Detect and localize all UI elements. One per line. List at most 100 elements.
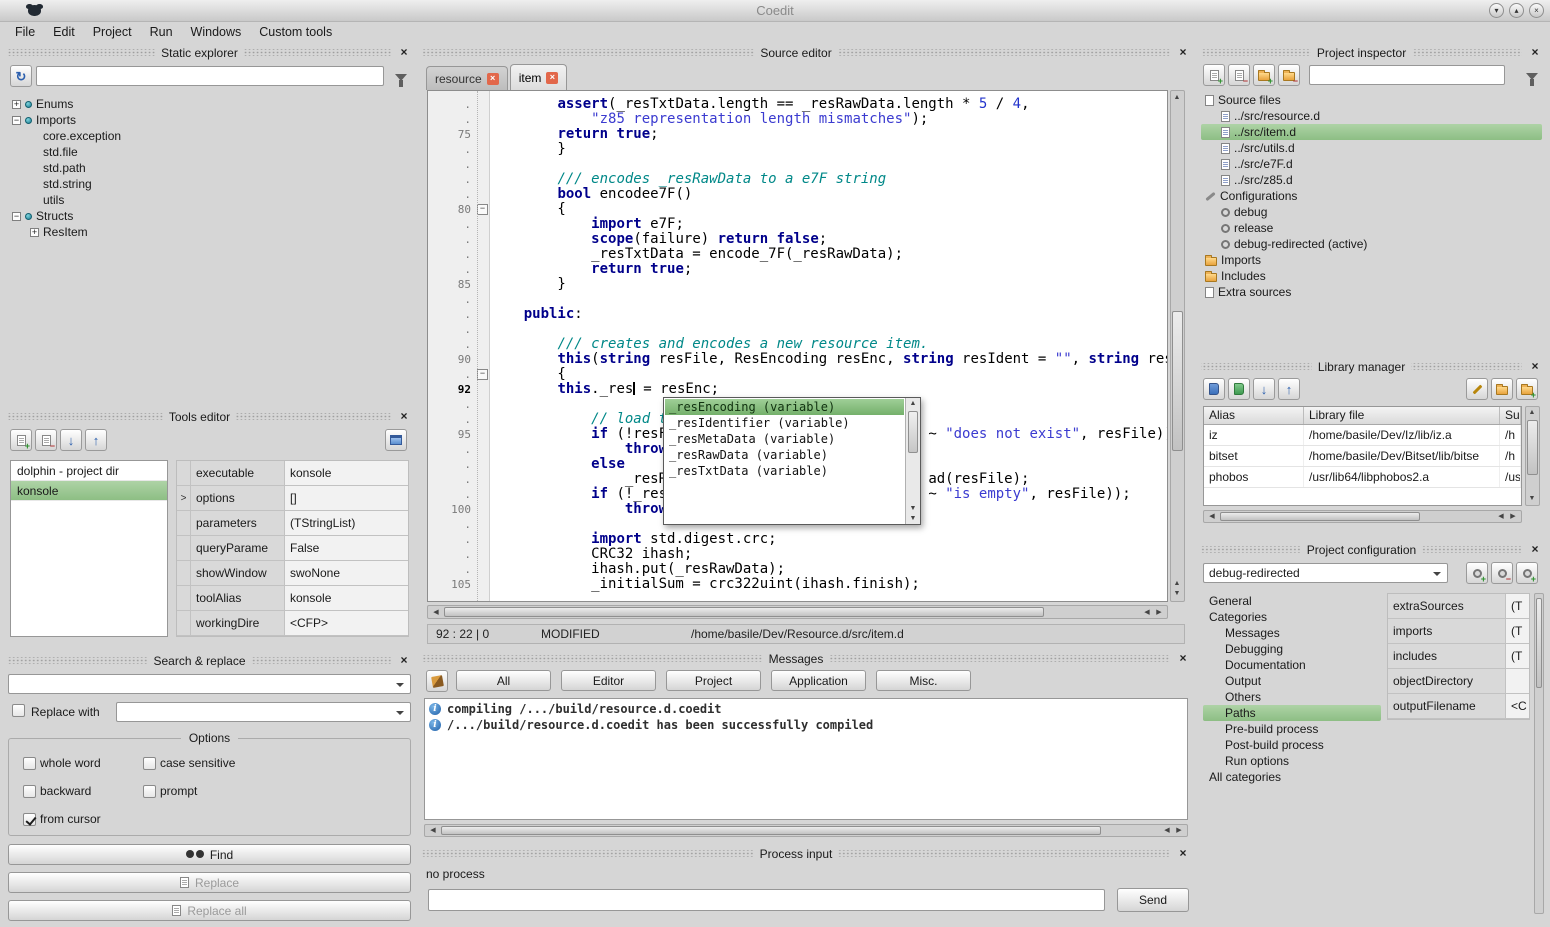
close-panel-icon[interactable]: × [1176, 847, 1190, 861]
category-item[interactable]: Documentation [1203, 657, 1381, 673]
close-window-icon[interactable]: × [1529, 3, 1544, 18]
filter-editor[interactable]: Editor [561, 670, 656, 691]
tree-item[interactable]: utils [6, 192, 413, 208]
maximize-window-icon[interactable]: ▴ [1509, 3, 1524, 18]
property-row[interactable]: imports(T [1388, 619, 1529, 644]
tree-item[interactable]: −Structs [6, 208, 413, 224]
completion-scrollbar[interactable]: ▲ ▼ ▼ [905, 398, 920, 524]
code-line[interactable]: { [490, 367, 1167, 382]
scroll-down-icon[interactable]: ▼ [906, 505, 920, 512]
category-item[interactable]: Pre-build process [1203, 721, 1381, 737]
property-row[interactable]: showWindowswoNone [177, 561, 408, 586]
find-button[interactable]: Find [8, 844, 411, 865]
tree-item[interactable]: ../src/resource.d [1201, 108, 1542, 124]
tree-item[interactable]: std.file [6, 144, 413, 160]
code-line[interactable]: assert(_resTxtData.length == _resRawData… [490, 97, 1167, 112]
scroll-right-icon[interactable]: ▶ [1507, 512, 1519, 522]
category-item[interactable]: Debugging [1203, 641, 1381, 657]
table-row[interactable]: phobos/usr/lib64/libphobos2.a/us [1204, 467, 1521, 488]
close-panel-icon[interactable]: × [1528, 46, 1542, 60]
checkbox[interactable] [23, 785, 36, 798]
tab-resource[interactable]: resource× [426, 66, 508, 90]
column-header[interactable]: Alias [1204, 407, 1304, 424]
code-line[interactable]: this._res = resEnc; [490, 382, 1167, 397]
code-line[interactable]: scope(failure) return false; [490, 232, 1167, 247]
symbol-search-input[interactable] [36, 66, 384, 86]
code-line[interactable]: CRC32 ihash; [490, 547, 1167, 562]
menu-windows[interactable]: Windows [182, 23, 251, 41]
scroll-up-icon[interactable]: ▲ [1171, 93, 1183, 103]
tree-item[interactable]: +Enums [6, 96, 413, 112]
scrollbar-thumb[interactable] [1527, 420, 1538, 475]
tree-item[interactable]: std.path [6, 160, 413, 176]
completion-item[interactable]: _resIdentifier (variable) [665, 415, 904, 431]
fold-marker[interactable] [476, 369, 489, 380]
code-line[interactable]: import std.digest.crc; [490, 532, 1167, 547]
tree-item[interactable]: core.exception [6, 128, 413, 144]
scroll-up-icon[interactable]: ▲ [1171, 579, 1183, 589]
property-row[interactable]: extraSources(T [1388, 594, 1529, 619]
add-tool-button[interactable]: + [10, 429, 32, 451]
close-panel-icon[interactable]: × [1528, 360, 1542, 374]
checkbox[interactable] [23, 813, 36, 826]
remove-configuration-button[interactable]: − [1491, 562, 1513, 584]
filter-application[interactable]: Application [771, 670, 866, 691]
code-line[interactable]: import e7F; [490, 217, 1167, 232]
menu-run[interactable]: Run [141, 23, 182, 41]
library-vertical-scrollbar[interactable]: ▲ ▼ [1525, 406, 1540, 506]
tool-list-item[interactable]: konsole [11, 481, 167, 501]
checkbox[interactable] [143, 785, 156, 798]
scroll-right-icon[interactable]: ▶ [1173, 826, 1185, 836]
clone-configuration-button[interactable]: + [1516, 562, 1538, 584]
property-value[interactable]: (TStringList) [285, 511, 408, 535]
scrollbar-thumb[interactable] [1536, 598, 1542, 688]
remove-tool-button[interactable]: − [35, 429, 57, 451]
tree-item[interactable]: debug [1201, 204, 1542, 220]
filter-misc[interactable]: Misc. [876, 670, 971, 691]
tree-item[interactable]: Extra sources [1201, 284, 1542, 300]
code-line[interactable]: } [490, 142, 1167, 157]
completion-item[interactable]: _resRawData (variable) [665, 447, 904, 463]
tool-list-item[interactable]: dolphin - project dir [11, 461, 167, 481]
move-tool-down-button[interactable]: ↓ [60, 429, 82, 451]
move-library-down-button[interactable]: ↓ [1253, 378, 1275, 400]
code-line[interactable]: _initialSum = crc322uint(ihash.finish); [490, 577, 1167, 592]
filter-button[interactable] [395, 70, 407, 84]
tree-item[interactable]: ../src/e7F.d [1201, 156, 1542, 172]
replace-button[interactable]: Replace [8, 872, 411, 893]
fold-marker[interactable] [476, 204, 489, 215]
option-backward[interactable]: backward [23, 783, 143, 799]
code-line[interactable]: _resTxtData = encode_7F(_resRawData); [490, 247, 1167, 262]
property-value[interactable]: swoNone [285, 561, 408, 585]
menu-project[interactable]: Project [84, 23, 141, 41]
scroll-left-icon[interactable]: ◀ [1206, 512, 1218, 522]
refresh-button[interactable]: ↻ [10, 65, 32, 87]
scroll-up-icon[interactable]: ▲ [906, 400, 920, 407]
tree-item[interactable]: Imports [1201, 252, 1542, 268]
close-panel-icon[interactable]: × [1176, 652, 1190, 666]
category-item[interactable]: General [1203, 593, 1381, 609]
code-line[interactable]: ihash.put(_resRawData); [490, 562, 1167, 577]
scroll-left-icon[interactable]: ◀ [427, 826, 439, 836]
scroll-down-icon[interactable]: ▼ [1171, 589, 1183, 599]
property-row[interactable]: toolAliaskonsole [177, 586, 408, 611]
open-library-file-button[interactable] [1491, 378, 1513, 400]
configuration-vertical-scrollbar[interactable] [1534, 593, 1544, 914]
completion-item[interactable]: _resTxtData (variable) [665, 463, 904, 479]
option-from-cursor[interactable]: from cursor [23, 811, 143, 827]
close-panel-icon[interactable]: × [1528, 543, 1542, 557]
property-row[interactable]: >options[] [177, 486, 408, 511]
code-line[interactable]: } [490, 277, 1167, 292]
tree-item[interactable]: ../src/utils.d [1201, 140, 1542, 156]
menu-file[interactable]: File [6, 23, 44, 41]
tree-item[interactable]: −Imports [6, 112, 413, 128]
category-item[interactable]: All categories [1203, 769, 1381, 785]
code-line[interactable] [490, 157, 1167, 172]
menu-custom-tools[interactable]: Custom tools [250, 23, 341, 41]
property-value[interactable]: <C [1506, 694, 1529, 718]
expander-icon[interactable]: − [12, 116, 21, 125]
code-line[interactable]: public: [490, 307, 1167, 322]
checkbox[interactable] [23, 757, 36, 770]
checkbox[interactable] [143, 757, 156, 770]
scroll-left-icon[interactable]: ◀ [1141, 608, 1153, 618]
